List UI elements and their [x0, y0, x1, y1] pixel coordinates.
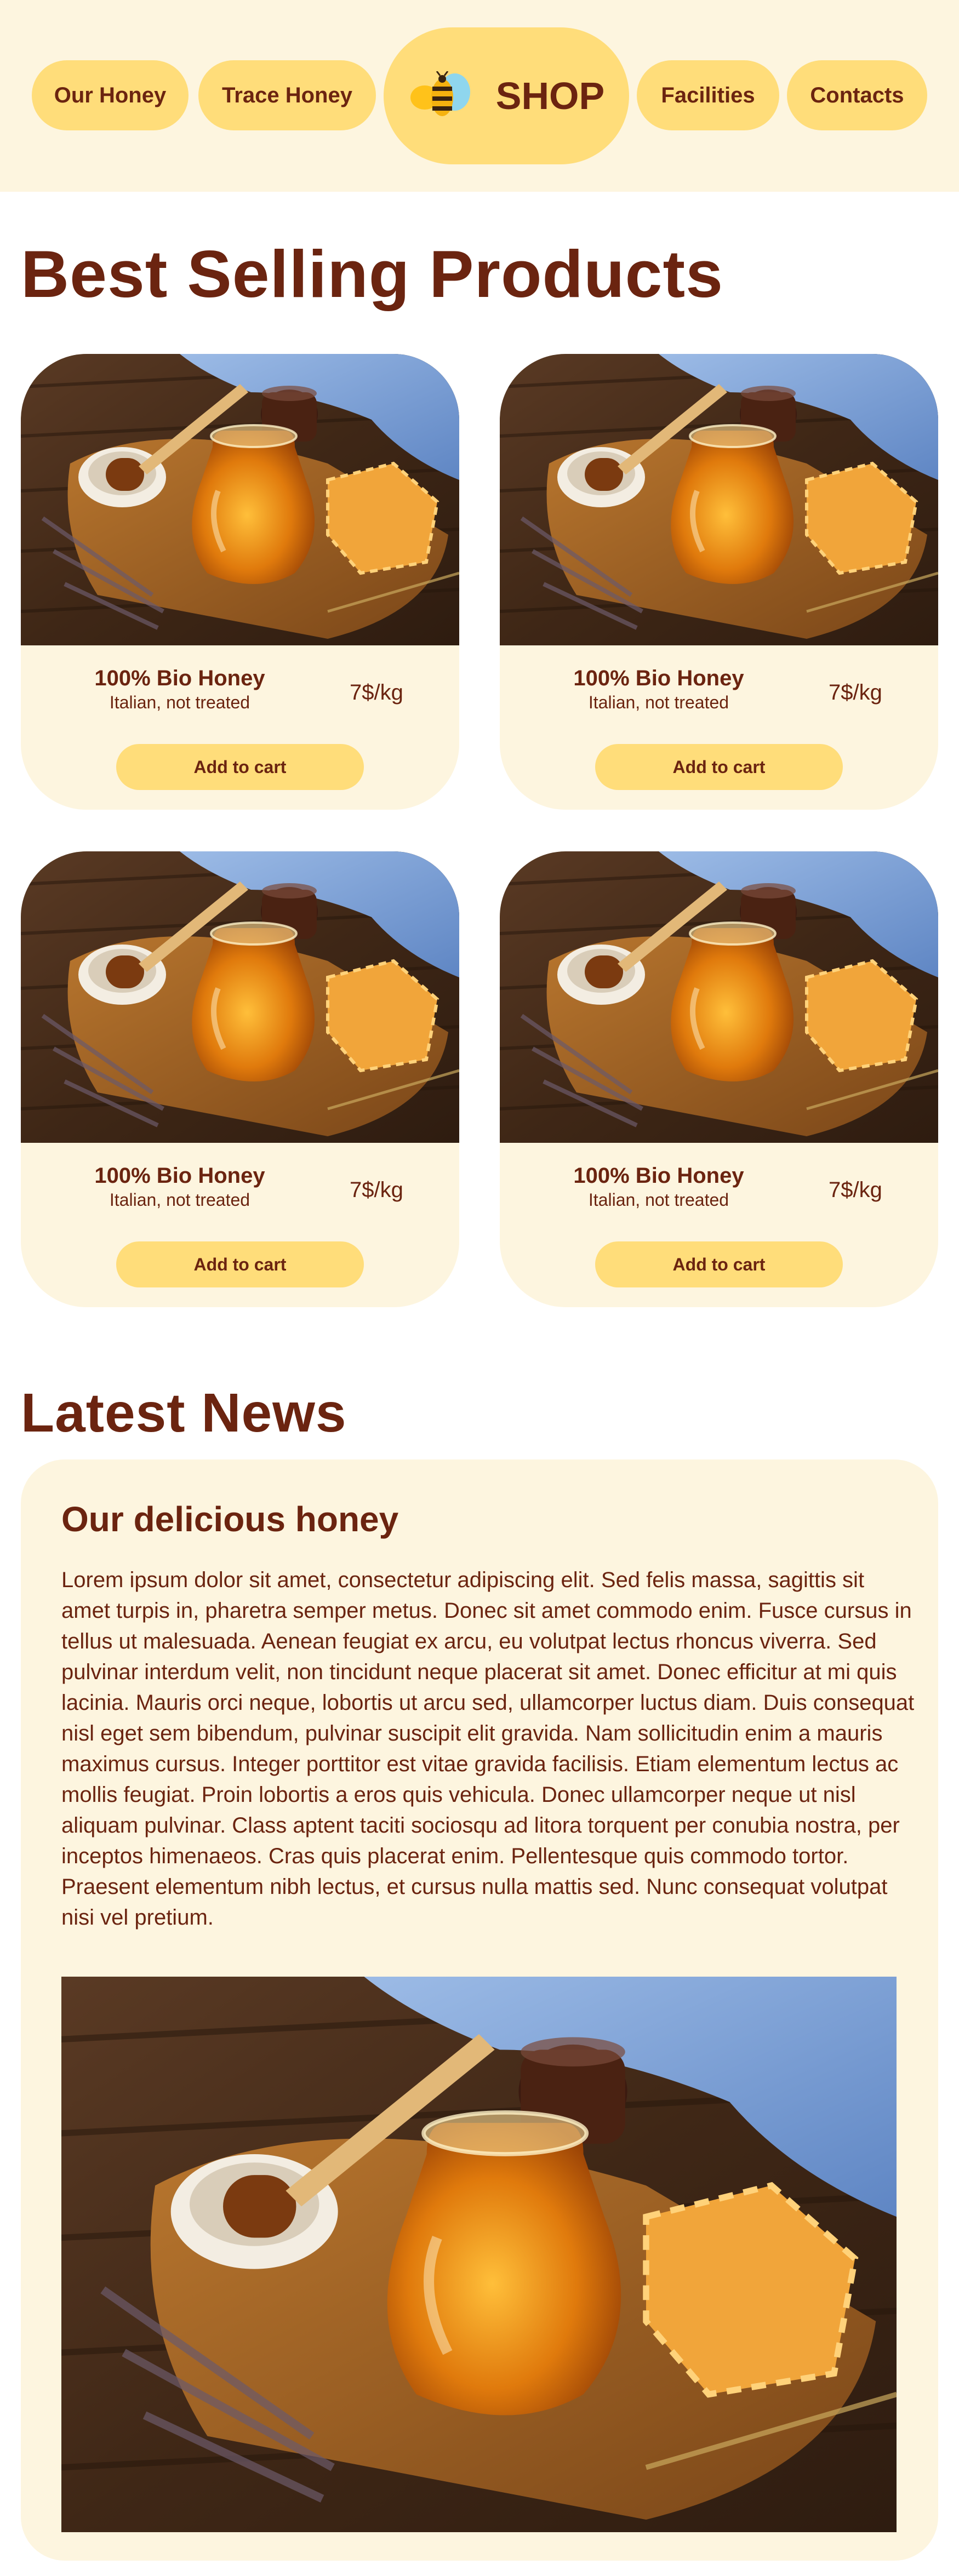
product-description: Italian, not treated	[109, 1190, 250, 1210]
product-description: Italian, not treated	[109, 692, 250, 712]
bee-logo-icon	[410, 71, 470, 116]
product-name: 100% Bio Honey	[94, 1164, 265, 1188]
news-section-title: Latest News	[21, 1382, 347, 1444]
product-card: 100% Bio Honey Italian, not treated 7$/k…	[21, 354, 459, 810]
product-description: Italian, not treated	[588, 692, 729, 712]
article-image	[61, 1977, 897, 2532]
nav-our-honey[interactable]: Our Honey	[32, 60, 189, 130]
news-article: Our delicious honey Lorem ipsum dolor si…	[21, 1459, 938, 2561]
nav-facilities[interactable]: Facilities	[637, 60, 779, 130]
article-title: Our delicious honey	[61, 1499, 399, 1539]
product-price: 7$/kg	[829, 680, 882, 705]
site-header: Our Honey Trace Honey SHOP Facilities Co…	[0, 0, 959, 192]
article-body: Lorem ipsum dolor sit amet, consectetur …	[61, 1568, 915, 1930]
add-to-cart-button[interactable]: Add to cart	[116, 1241, 364, 1287]
add-to-cart-button[interactable]: Add to cart	[595, 1241, 843, 1287]
nav-contacts[interactable]: Contacts	[787, 60, 927, 130]
product-image	[500, 851, 938, 1143]
product-card: 100% Bio Honey Italian, not treated 7$/k…	[500, 851, 938, 1307]
shop-label: SHOP	[495, 75, 605, 117]
product-price: 7$/kg	[350, 1178, 403, 1202]
products-section-title: Best Selling Products	[21, 237, 723, 311]
product-image	[500, 354, 938, 645]
product-price: 7$/kg	[829, 1178, 882, 1202]
product-description: Italian, not treated	[588, 1190, 729, 1210]
add-to-cart-button[interactable]: Add to cart	[595, 744, 843, 790]
product-name: 100% Bio Honey	[573, 1164, 744, 1188]
product-image	[21, 851, 459, 1143]
add-to-cart-button[interactable]: Add to cart	[116, 744, 364, 790]
product-price: 7$/kg	[350, 680, 403, 705]
product-name: 100% Bio Honey	[573, 666, 744, 690]
nav-shop[interactable]: SHOP	[384, 27, 629, 164]
product-card: 100% Bio Honey Italian, not treated 7$/k…	[21, 851, 459, 1307]
product-card: 100% Bio Honey Italian, not treated 7$/k…	[500, 354, 938, 810]
product-name: 100% Bio Honey	[94, 666, 265, 690]
nav-trace-honey[interactable]: Trace Honey	[198, 60, 376, 130]
product-image	[21, 354, 459, 645]
